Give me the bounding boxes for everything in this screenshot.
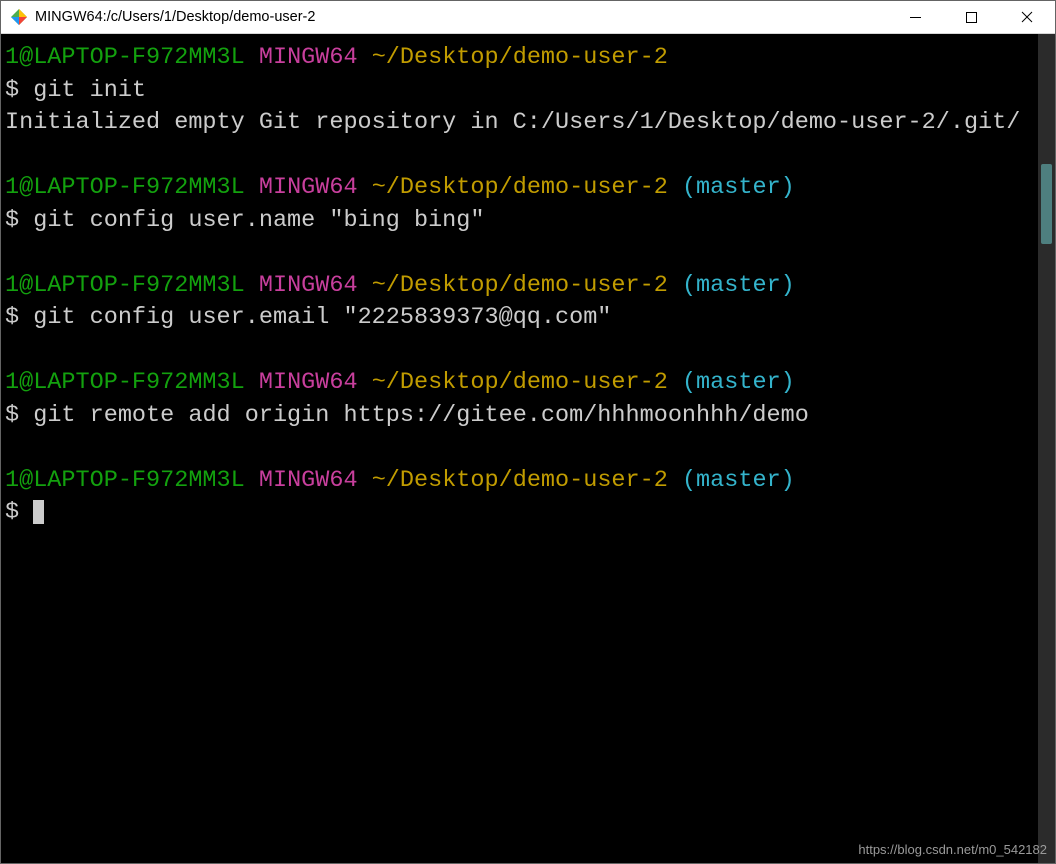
output-line: Initialized empty Git repository in C:/U… [5,107,1036,140]
blank-line [5,432,1036,465]
minimize-button[interactable] [887,1,943,33]
blank-line [5,237,1036,270]
app-window: MINGW64:/c/Users/1/Desktop/demo-user-2 1… [0,0,1056,864]
scrollbar[interactable] [1038,34,1055,863]
titlebar[interactable]: MINGW64:/c/Users/1/Desktop/demo-user-2 [1,1,1055,34]
blank-line [5,140,1036,173]
command-line: $ git config user.name "bing bing" [5,205,1036,238]
command-line: $ git init [5,75,1036,108]
window-title: MINGW64:/c/Users/1/Desktop/demo-user-2 [35,9,887,25]
prompt-line: 1@LAPTOP-F972MM3L MINGW64 ~/Desktop/demo… [5,270,1036,303]
command-line: $ git remote add origin https://gitee.co… [5,400,1036,433]
app-icon [11,9,27,25]
cursor [33,500,44,524]
blank-line [5,335,1036,368]
window-controls [887,1,1055,33]
watermark: https://blog.csdn.net/m0_542182 [858,842,1047,857]
prompt-line: 1@LAPTOP-F972MM3L MINGW64 ~/Desktop/demo… [5,172,1036,205]
close-button[interactable] [999,1,1055,33]
scroll-thumb[interactable] [1041,164,1052,244]
command-line: $ [5,497,1036,530]
command-line: $ git config user.email "2225839373@qq.c… [5,302,1036,335]
prompt-line: 1@LAPTOP-F972MM3L MINGW64 ~/Desktop/demo… [5,367,1036,400]
prompt-line: 1@LAPTOP-F972MM3L MINGW64 ~/Desktop/demo… [5,42,1036,75]
terminal-area: 1@LAPTOP-F972MM3L MINGW64 ~/Desktop/demo… [1,34,1055,863]
terminal[interactable]: 1@LAPTOP-F972MM3L MINGW64 ~/Desktop/demo… [1,34,1038,863]
prompt-line: 1@LAPTOP-F972MM3L MINGW64 ~/Desktop/demo… [5,465,1036,498]
maximize-button[interactable] [943,1,999,33]
